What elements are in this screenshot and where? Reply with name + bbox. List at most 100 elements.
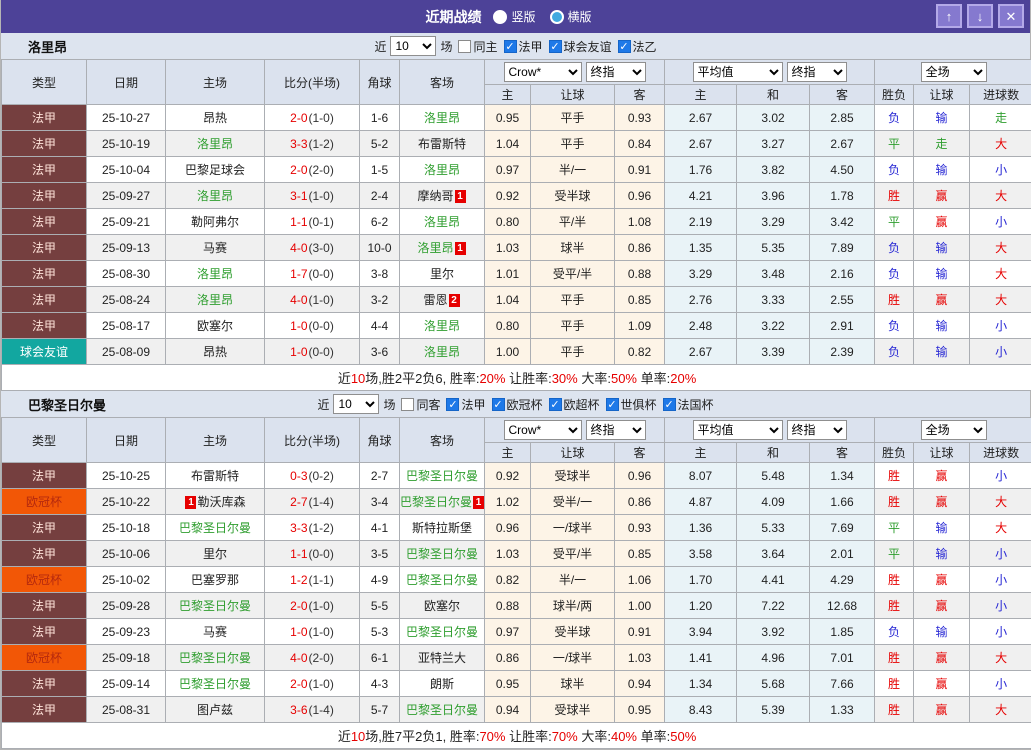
checkbox-icon[interactable]: ✓ (606, 398, 619, 411)
odds-company-select[interactable]: Crow* (504, 62, 582, 82)
team-name-text: 里尔 (203, 547, 227, 561)
league-filter[interactable]: ✓欧超杯 (549, 396, 600, 413)
radio-unselected-icon[interactable] (550, 10, 564, 24)
avg-draw-odds-cell: 3.82 (737, 157, 810, 183)
handicap-away-odds-cell: 1.06 (615, 567, 665, 593)
away-team-cell: 巴黎圣日尔曼 (400, 619, 485, 645)
league-filter[interactable]: ✓法乙 (618, 38, 657, 55)
same-venue-checkbox[interactable] (401, 398, 414, 411)
avg-draw-odds-cell: 3.33 (737, 287, 810, 313)
league-filter[interactable]: ✓法甲 (504, 38, 543, 55)
average-time-select[interactable]: 终指 (787, 420, 847, 440)
type-badge-cell: 法甲 (2, 157, 87, 183)
league-filter[interactable]: ✓欧冠杯 (492, 396, 543, 413)
handicap-home-odds-cell: 0.95 (485, 105, 531, 131)
same-venue-checkbox[interactable] (458, 40, 471, 53)
result-group-header: 全场 (875, 60, 1031, 85)
col-corner: 角球 (360, 418, 400, 463)
league-filter[interactable]: ✓法国杯 (663, 396, 714, 413)
close-button[interactable]: ✕ (998, 4, 1024, 28)
avg-away-odds-cell: 2.55 (810, 287, 875, 313)
handicap-away-odds-cell: 0.84 (615, 131, 665, 157)
scope-select[interactable]: 全场 (921, 420, 987, 440)
summary-label: 单率: (637, 729, 670, 744)
league-filter-label: 球会友谊 (564, 38, 612, 55)
team-name-text: 巴黎圣日尔曼 (179, 599, 251, 613)
summary-value: 70% (479, 729, 505, 744)
checkbox-icon[interactable]: ✓ (504, 40, 517, 53)
winlose-result-cell: 胜 (875, 463, 914, 489)
average-select[interactable]: 平均值 (693, 62, 783, 82)
team-name-text: 洛里昂 (197, 293, 233, 307)
avg-draw-odds-cell: 5.33 (737, 515, 810, 541)
odds-time-select[interactable]: 终指 (586, 420, 646, 440)
col-handicap-result: 让球 (914, 85, 970, 105)
col-avg-home: 主 (665, 85, 737, 105)
winlose-result-cell: 胜 (875, 567, 914, 593)
move-down-button[interactable]: ↓ (967, 4, 993, 28)
winlose-result-cell: 平 (875, 515, 914, 541)
date-cell: 25-09-14 (87, 671, 166, 697)
score-cell: 1-7(0-0) (265, 261, 360, 287)
handicap-line-cell: 受平/半 (531, 541, 615, 567)
checkbox-icon[interactable]: ✓ (492, 398, 505, 411)
handicap-result-cell: 输 (914, 235, 970, 261)
odds-time-select[interactable]: 终指 (586, 62, 646, 82)
checkbox-icon[interactable]: ✓ (618, 40, 631, 53)
away-team-cell: 布雷斯特 (400, 131, 485, 157)
layout-radio-horizontal[interactable]: 横版 (550, 8, 592, 25)
avg-home-odds-cell: 1.76 (665, 157, 737, 183)
avg-draw-odds-cell: 5.68 (737, 671, 810, 697)
layout-radio-vertical[interactable]: 竖版 (493, 8, 535, 25)
avg-home-odds-cell: 1.20 (665, 593, 737, 619)
date-cell: 25-10-04 (87, 157, 166, 183)
winlose-result-cell: 胜 (875, 671, 914, 697)
checkbox-icon[interactable]: ✓ (549, 398, 562, 411)
recent-count-select[interactable]: 10 (390, 36, 436, 56)
handicap-line-cell: 平手 (531, 131, 615, 157)
match-row: 欧冠杯25-09-18巴黎圣日尔曼4-0(2-0)6-1亚特兰大0.86一/球半… (2, 645, 1031, 671)
radio-selected-icon[interactable] (493, 10, 507, 24)
scope-select[interactable]: 全场 (921, 62, 987, 82)
home-team-cell: 洛里昂 (166, 261, 265, 287)
team-name-text: 洛里昂 (424, 345, 460, 359)
winlose-result-cell: 平 (875, 541, 914, 567)
average-time-select[interactable]: 终指 (787, 62, 847, 82)
matches-body: 法甲25-10-25布雷斯特0-3(0-2)2-7巴黎圣日尔曼0.92受球半0.… (2, 463, 1031, 723)
corner-cell: 2-4 (360, 183, 400, 209)
league-filter-label: 欧冠杯 (507, 396, 543, 413)
handicap-away-odds-cell: 0.86 (615, 235, 665, 261)
team-name-text: 巴黎圣日尔曼 (406, 625, 478, 639)
handicap-line-cell: 受球半 (531, 463, 615, 489)
league-filter[interactable]: ✓球会友谊 (549, 38, 612, 55)
team-name-text: 洛里昂 (424, 111, 460, 125)
goals-result-cell: 大 (970, 235, 1031, 261)
col-goals: 进球数 (970, 85, 1031, 105)
team-name-text: 里尔 (430, 267, 454, 281)
recent-count-select[interactable]: 10 (333, 394, 379, 414)
odds-company-select[interactable]: Crow* (504, 420, 582, 440)
away-team-cell: 洛里昂 (400, 105, 485, 131)
summary-label: 场,胜2平2负6, 胜率: (365, 371, 479, 386)
filter-bar: 巴黎圣日尔曼 近 10 场 同客 ✓法甲✓欧冠杯✓欧超杯✓世俱杯✓法国杯 (1, 391, 1030, 417)
league-filter[interactable]: ✓世俱杯 (606, 396, 657, 413)
checkbox-icon[interactable]: ✓ (549, 40, 562, 53)
result-group-header: 全场 (875, 418, 1031, 443)
handicap-line-cell: 受半/一 (531, 489, 615, 515)
average-select[interactable]: 平均值 (693, 420, 783, 440)
checkbox-icon[interactable]: ✓ (446, 398, 459, 411)
score-cell: 1-0(0-0) (265, 313, 360, 339)
away-team-cell: 洛里昂 (400, 313, 485, 339)
team-name-text: 巴塞罗那 (191, 573, 239, 587)
handicap-group-header: Crow*终指 (485, 60, 665, 85)
move-up-button[interactable]: ↑ (936, 4, 962, 28)
checkbox-icon[interactable]: ✓ (663, 398, 676, 411)
avg-draw-odds-cell: 3.39 (737, 339, 810, 365)
col-date: 日期 (87, 418, 166, 463)
league-filter[interactable]: ✓法甲 (446, 396, 485, 413)
type-badge-cell: 法甲 (2, 697, 87, 723)
same-venue-filter[interactable]: 同客 (401, 396, 440, 413)
goals-result-cell: 小 (970, 339, 1031, 365)
rank-badge: 2 (449, 294, 460, 307)
same-venue-filter[interactable]: 同主 (458, 38, 497, 55)
